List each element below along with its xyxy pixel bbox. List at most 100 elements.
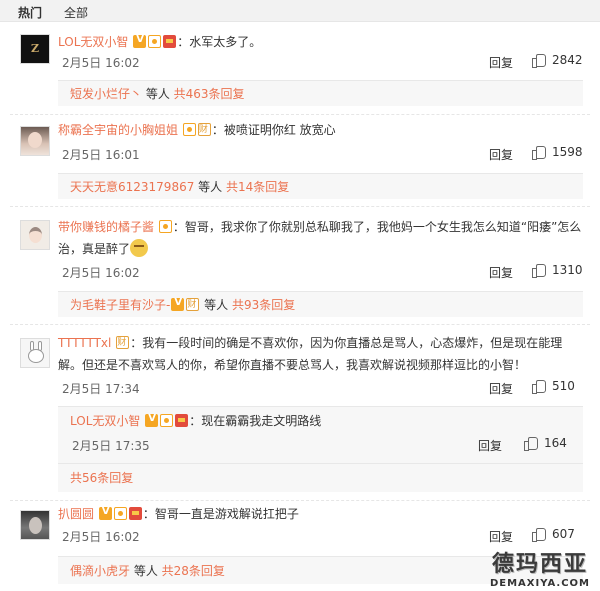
comment-body-cont: 治，真是醉了 (58, 242, 131, 256)
redpacket-badge-icon (163, 35, 177, 48)
thumbs-up-icon (532, 527, 546, 542)
like-count: 164 (544, 436, 567, 450)
wealth-badge-icon (197, 122, 211, 136)
timestamp: 2月5日 17:35 (72, 439, 150, 453)
timestamp: 2月5日 16:02 (62, 56, 140, 70)
nested-divider (58, 463, 583, 464)
comment-body: ：智哥一直是游戏解说扛把子 (142, 507, 299, 521)
reply-button[interactable]: 回复 (489, 264, 513, 281)
reply-mid: 等人 (142, 87, 174, 101)
thumbs-up-icon (532, 53, 546, 68)
redpacket-badge-icon (175, 414, 189, 427)
like-count: 607 (552, 527, 575, 541)
comment-text: 称霸全宇宙的小胸姐姐 ：被喷证明你红 放宽心 (58, 120, 583, 140)
timestamp: 2月5日 16:02 (62, 530, 140, 544)
reply-summary-link[interactable]: 短发小烂仔丶 等人 共463条回复 (70, 84, 245, 104)
username-link[interactable]: LOL无双小智 (70, 414, 140, 428)
comment-text: 扒圆圆 ：智哥一直是游戏解说扛把子 (58, 504, 583, 524)
reply-button[interactable]: 回复 (489, 54, 513, 71)
comment-text: TTTTTTxl ：我有一段时间的确是不喜欢你，因为你直播总是骂人，心态爆炸，但… (58, 332, 583, 376)
reply-button[interactable]: 回复 (489, 528, 513, 545)
username-link[interactable]: 扒圆圆 (58, 507, 94, 521)
avatar[interactable] (20, 338, 50, 368)
username-link[interactable]: TTTTTTxl (58, 336, 111, 350)
comment-body: ：被喷证明你红 放宽心 (211, 123, 336, 137)
divider (10, 206, 590, 207)
avatar[interactable] (20, 126, 50, 156)
tab-bar: 热门 全部 (0, 0, 600, 22)
reply-count: 共14条回复 (226, 180, 290, 194)
verified-icon (133, 34, 147, 48)
reply-summary-link[interactable]: 偶滴小虎牙 等人 共28条回复 (70, 561, 225, 581)
comment-body: ：水军太多了。 (177, 35, 262, 49)
timestamp: 2月5日 17:34 (62, 382, 140, 396)
divider (10, 324, 590, 325)
like-count: 1310 (552, 263, 583, 277)
username-link[interactable]: 称霸全宇宙的小胸姐姐 (58, 123, 178, 137)
reply-mid: 等人 (130, 564, 162, 578)
reply-summary-link[interactable]: 天天无意6123179867 等人 共14条回复 (70, 177, 289, 197)
like-button[interactable]: 164 (524, 436, 567, 451)
reply-summary-link[interactable]: 共56条回复 (70, 468, 133, 488)
tab-hot[interactable]: 热门 (18, 4, 42, 21)
reply-button[interactable]: 回复 (478, 437, 502, 454)
comment-body: ：现在霸霸我走文明路线 (189, 414, 322, 428)
divider (10, 114, 590, 115)
like-count: 510 (552, 379, 575, 393)
comment-body: ：我有一段时间的确是不喜欢你，因为你直播总是骂人，心态爆炸，但是现在能理 (130, 336, 563, 350)
reply-user: 为毛鞋子里有沙子- (70, 298, 171, 312)
fan-badge-icon (158, 220, 172, 233)
thumbs-up-icon (532, 379, 546, 394)
like-button[interactable]: 607 (532, 527, 575, 542)
comment-body-cont: 解。但还是不喜欢骂人的你，希望你直播不要总骂人，我喜欢解说视频那样逗比的小智！ (58, 358, 527, 372)
thumbs-up-icon (532, 263, 546, 278)
timestamp: 2月5日 16:01 (62, 148, 140, 162)
thumbs-up-icon (524, 436, 538, 451)
comment-text: 带你赚钱的橘子酱 ：智哥，我求你了你就别总私聊我了，我他妈一个女生我怎么知道“阳… (58, 216, 583, 260)
reply-summary: 短发小烂仔丶 等人 共463条回复 (58, 80, 583, 106)
verified-icon (145, 413, 159, 427)
reply-count: 共28条回复 (161, 564, 225, 578)
watermark-url: DEMAXIYA.COM (489, 578, 590, 589)
reply-count: 共93条回复 (231, 298, 296, 312)
site-watermark-logo: 德玛西亚 DEMAXIYA.COM (490, 546, 590, 589)
reply-count: 共463条回复 (173, 87, 245, 101)
username-link[interactable]: 带你赚钱的橘子酱 (58, 220, 154, 234)
reply-button[interactable]: 回复 (489, 380, 513, 397)
comment-body: ：智哥，我求你了你就别总私聊我了，我他妈一个女生我怎么知道“阳痿”怎么 (172, 220, 582, 234)
fan-badge-icon (148, 35, 162, 48)
watermark-title: 德玛西亚 (491, 552, 588, 577)
like-button[interactable]: 1310 (532, 263, 583, 278)
fan-badge-icon (113, 507, 127, 520)
comment-text: LOL无双小智 ：水军太多了。 (58, 32, 583, 52)
redpacket-badge-icon (128, 507, 142, 520)
nested-reply: LOL无双小智 ：现在霸霸我走文明路线 2月5日 17:35 回复 164 共5… (58, 406, 583, 492)
verified-icon (98, 506, 112, 520)
reply-summary: 为毛鞋子里有沙子- 等人 共93条回复 (58, 291, 583, 317)
like-button[interactable]: 2842 (532, 53, 583, 68)
timestamp: 2月5日 16:02 (62, 266, 140, 280)
reply-user: 短发小烂仔丶 (70, 87, 143, 101)
verified-icon (171, 297, 185, 311)
tab-all[interactable]: 全部 (64, 4, 88, 21)
reply-button[interactable]: 回复 (489, 146, 513, 163)
avatar[interactable]: Z (20, 34, 50, 64)
like-button[interactable]: 510 (532, 379, 575, 394)
reply-summary: 天天无意6123179867 等人 共14条回复 (58, 173, 583, 199)
reply-user: 天天无意6123179867 (70, 180, 195, 194)
thumbs-up-icon (532, 145, 546, 160)
like-count: 2842 (552, 53, 583, 67)
reply-summary-link[interactable]: 为毛鞋子里有沙子- 等人 共93条回复 (70, 295, 295, 315)
like-count: 1598 (552, 145, 583, 159)
reply-mid: 等人 (200, 298, 232, 312)
wealth-badge-icon (186, 297, 200, 311)
username-link[interactable]: LOL无双小智 (58, 35, 128, 49)
emoji-icon (130, 239, 149, 257)
avatar[interactable] (20, 220, 50, 250)
divider (10, 500, 590, 501)
fan-badge-icon (160, 414, 174, 427)
avatar[interactable] (20, 510, 50, 540)
like-button[interactable]: 1598 (532, 145, 583, 160)
reply-mid: 等人 (194, 180, 226, 194)
reply-user: 偶滴小虎牙 (70, 564, 131, 578)
